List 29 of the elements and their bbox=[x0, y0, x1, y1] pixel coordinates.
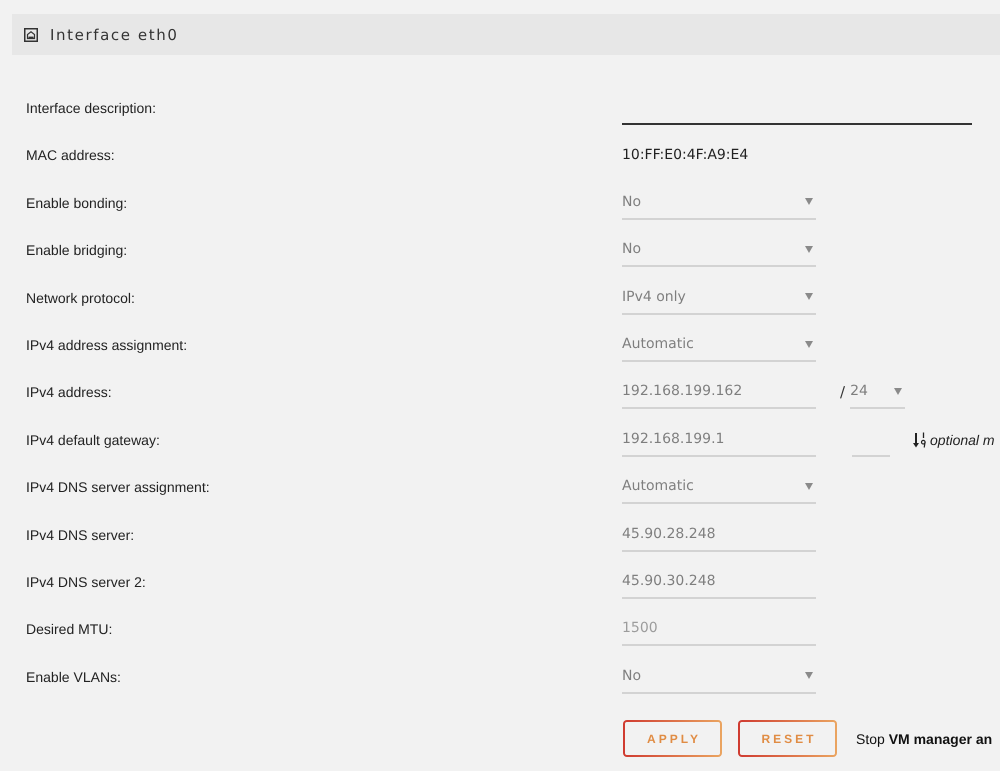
field-label: Interface description: bbox=[26, 100, 156, 116]
field-label: Desired MTU: bbox=[26, 621, 112, 638]
field-label: Enable bridging: bbox=[26, 242, 128, 258]
caret-icon bbox=[805, 672, 813, 680]
action-button[interactable]: RESET bbox=[738, 720, 837, 758]
panel-title: Interface eth0 bbox=[50, 26, 178, 44]
status-message: Stop VM manager an bbox=[856, 730, 992, 747]
separator-text: / bbox=[840, 383, 846, 402]
action-button[interactable]: APPLY bbox=[623, 720, 722, 758]
caret-icon bbox=[805, 198, 813, 206]
caret-icon bbox=[805, 293, 813, 300]
field-value: 10:FF:E0:4F:A9:E4 bbox=[622, 147, 748, 164]
field-label: Network protocol: bbox=[26, 290, 135, 306]
field-label: MAC address: bbox=[26, 147, 115, 164]
field-label: IPv4 address assignment: bbox=[26, 337, 188, 354]
field-label: IPv4 default gateway: bbox=[26, 432, 160, 448]
caret-icon bbox=[894, 388, 902, 395]
hint-text: optional m bbox=[930, 432, 995, 448]
field-label: IPv4 DNS server assignment: bbox=[26, 479, 210, 496]
field-label: IPv4 DNS server: bbox=[26, 526, 134, 543]
caret-icon bbox=[805, 340, 813, 348]
caret-icon bbox=[805, 482, 813, 490]
sort-numeric-icon bbox=[913, 432, 927, 448]
field-label: IPv4 address: bbox=[26, 384, 112, 400]
field-label: IPv4 DNS server 2: bbox=[26, 574, 146, 590]
field-label: Enable VLANs: bbox=[26, 668, 121, 685]
field-label: Enable bonding: bbox=[26, 194, 128, 211]
caret-icon bbox=[805, 246, 813, 253]
ethernet-port-icon bbox=[24, 28, 38, 42]
